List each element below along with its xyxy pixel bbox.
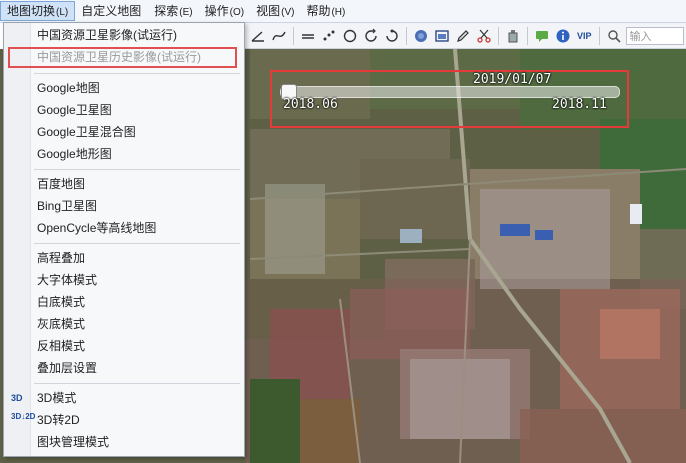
pencil-icon[interactable] — [454, 27, 472, 45]
menu-accel: (V) — [281, 7, 295, 18]
menu-item-label: 3D模式 — [37, 391, 77, 405]
search-input[interactable]: 输入 — [625, 26, 684, 45]
menu-view[interactable]: 视图(V) — [250, 1, 300, 21]
refresh-icon[interactable] — [383, 27, 401, 45]
menu-item-opencycle[interactable]: OpenCycle等高线地图 — [4, 218, 244, 239]
menu-item-cresda-history[interactable]: 中国资源卫星历史影像(试运行) — [8, 47, 237, 68]
menu-item-elevation-overlay[interactable]: 高程叠加 — [4, 248, 244, 269]
toolbar-separator — [498, 26, 499, 45]
search-placeholder: 输入 — [629, 30, 652, 43]
menu-item-google-map[interactable]: Google地图 — [4, 78, 244, 99]
menu-label: 视图 — [256, 4, 281, 18]
menu-item-3d-mode[interactable]: 3D 3D模式 — [4, 388, 244, 409]
menu-item-cresda-satellite[interactable]: 中国资源卫星影像(试运行) — [4, 25, 244, 46]
vip-button[interactable]: VIP — [575, 27, 594, 45]
menu-map-switch[interactable]: 地图切换(L) — [0, 1, 76, 21]
menu-item-bing-satellite[interactable]: Bing卫星图 — [4, 196, 244, 217]
scissors-icon[interactable] — [475, 27, 493, 45]
menu-bar: 地图切换(L) 自定义地图 探索(E) 操作(O) 视图(V) 帮助(H) — [0, 0, 686, 23]
info-icon[interactable] — [554, 27, 572, 45]
globe-icon[interactable] — [412, 27, 430, 45]
menu-item-tile-manager[interactable]: 图块管理模式 — [4, 432, 244, 453]
3d-to-2d-icon: 3D↓2D — [11, 412, 36, 421]
toolbar: VIP 输入 — [245, 23, 686, 49]
menu-custom-map[interactable]: 自定义地图 — [75, 1, 148, 21]
draw-angle-icon[interactable] — [249, 27, 267, 45]
circle-draw-icon[interactable] — [341, 27, 359, 45]
menu-item-google-satellite[interactable]: Google卫星图 — [4, 100, 244, 121]
menu-label: 探索 — [154, 4, 179, 18]
menu-accel: (L) — [56, 7, 69, 18]
menu-item-label: 图块管理模式 — [37, 435, 110, 449]
menu-item-label: 中国资源卫星历史影像(试运行) — [37, 50, 201, 64]
rotate-icon[interactable] — [362, 27, 380, 45]
menu-item-baidu-map[interactable]: 百度地图 — [4, 174, 244, 195]
menu-separator — [34, 243, 240, 244]
menu-item-label: Bing卫星图 — [37, 199, 98, 213]
menu-label: 自定义地图 — [81, 4, 142, 18]
toolbar-separator — [598, 26, 600, 45]
menu-item-google-terrain[interactable]: Google地形图 — [4, 144, 244, 165]
scatter-points-icon[interactable] — [320, 27, 338, 45]
imagery-timeline: 2019/01/07 2018.06 2018.11 — [270, 70, 629, 128]
menu-item-3d-to-2d[interactable]: 3D↓2D 3D转2D — [4, 410, 244, 431]
menu-separator — [34, 73, 240, 74]
menu-separator — [34, 169, 240, 170]
menu-item-overlay-settings[interactable]: 叠加层设置 — [4, 358, 244, 379]
menu-item-label: 高程叠加 — [37, 251, 86, 265]
menu-explore[interactable]: 探索(E) — [148, 1, 198, 21]
image-icon[interactable] — [433, 27, 451, 45]
menu-item-label: 百度地图 — [37, 177, 86, 191]
timeline-end-label: 2018.11 — [552, 97, 607, 112]
menu-operation[interactable]: 操作(O) — [199, 1, 250, 21]
message-icon[interactable] — [533, 27, 551, 45]
toolbar-separator — [527, 26, 528, 45]
menu-item-label: 中国资源卫星影像(试运行) — [37, 28, 177, 42]
menu-item-large-font[interactable]: 大字体模式 — [4, 270, 244, 291]
measure-line-icon[interactable] — [299, 27, 317, 45]
menu-item-label: Google地图 — [37, 81, 100, 95]
menu-item-label: 3D转2D — [37, 413, 80, 427]
menu-item-label: OpenCycle等高线地图 — [37, 221, 157, 235]
menu-item-gray-bg[interactable]: 灰底模式 — [4, 314, 244, 335]
menu-item-label: Google卫星混合图 — [37, 125, 136, 139]
3d-icon: 3D — [11, 393, 23, 403]
menu-label: 帮助 — [306, 4, 331, 18]
menu-label: 地图切换 — [7, 4, 56, 18]
menu-item-label: 大字体模式 — [37, 273, 98, 287]
menu-accel: (H) — [331, 7, 346, 18]
toolbar-separator — [293, 26, 294, 45]
menu-accel: (O) — [229, 7, 245, 18]
menu-item-label: Google卫星图 — [37, 103, 112, 117]
menu-item-label: Google地形图 — [37, 147, 112, 161]
timeline-current-date: 2019/01/07 — [473, 72, 552, 87]
draw-curve-icon[interactable] — [270, 27, 288, 45]
menu-item-label: 反相模式 — [37, 339, 86, 353]
map-switch-dropdown: 中国资源卫星影像(试运行) 中国资源卫星历史影像(试运行) Google地图 G… — [3, 22, 245, 457]
menu-label: 操作 — [204, 4, 229, 18]
timeline-start-label: 2018.06 — [283, 97, 338, 112]
bottle-icon[interactable] — [504, 27, 522, 45]
menu-item-label: 叠加层设置 — [37, 361, 98, 375]
search-icon[interactable] — [605, 27, 623, 45]
toolbar-separator — [406, 26, 407, 45]
menu-item-white-bg[interactable]: 白底模式 — [4, 292, 244, 313]
menu-accel: (E) — [179, 7, 193, 18]
menu-help[interactable]: 帮助(H) — [300, 1, 351, 21]
menu-item-label: 灰底模式 — [37, 317, 86, 331]
menu-item-google-hybrid[interactable]: Google卫星混合图 — [4, 122, 244, 143]
menu-item-label: 白底模式 — [37, 295, 86, 309]
menu-separator — [34, 383, 240, 384]
menu-item-invert[interactable]: 反相模式 — [4, 336, 244, 357]
